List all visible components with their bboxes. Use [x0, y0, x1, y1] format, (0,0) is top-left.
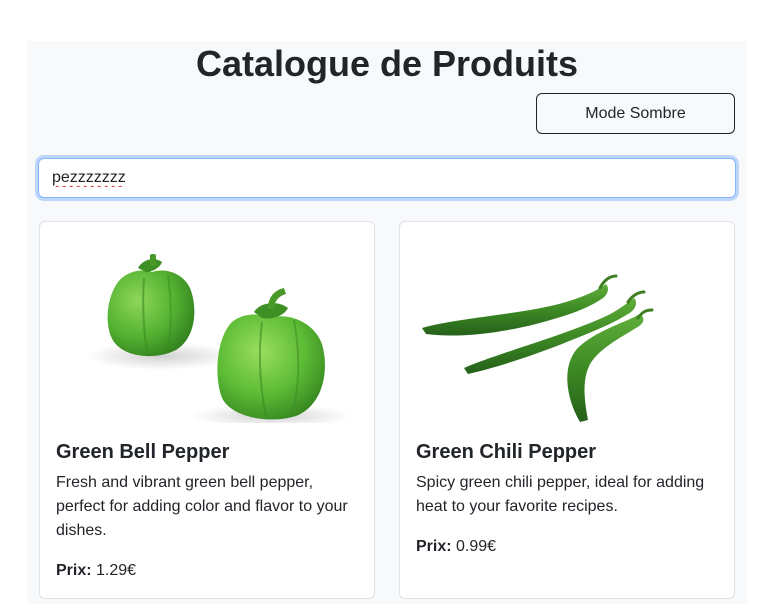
catalogue-page: Catalogue de Produits Mode Sombre pezzzz…: [27, 41, 747, 604]
dark-mode-button[interactable]: Mode Sombre: [536, 93, 735, 134]
product-price: Prix: 1.29€: [56, 559, 358, 583]
product-card: Green Bell Pepper Fresh and vibrant gree…: [39, 221, 375, 599]
product-card: Green Chili Pepper Spicy green chili pep…: [399, 221, 735, 599]
price-value: 1.29€: [96, 562, 137, 579]
price-value: 0.99€: [456, 538, 497, 555]
page-title: Catalogue de Produits: [195, 43, 579, 84]
product-price: Prix: 0.99€: [416, 535, 718, 559]
price-label: Prix:: [416, 538, 452, 555]
price-label: Prix:: [56, 562, 92, 579]
product-description: Spicy green chili pepper, ideal for addi…: [416, 474, 705, 515]
product-image-green-chili-pepper: [416, 238, 718, 423]
product-name: Green Bell Pepper: [56, 441, 230, 463]
product-name: Green Chili Pepper: [416, 441, 597, 463]
product-description: Fresh and vibrant green bell pepper, per…: [56, 474, 348, 539]
product-image-green-bell-pepper: [56, 238, 358, 423]
search-input[interactable]: [38, 158, 736, 198]
